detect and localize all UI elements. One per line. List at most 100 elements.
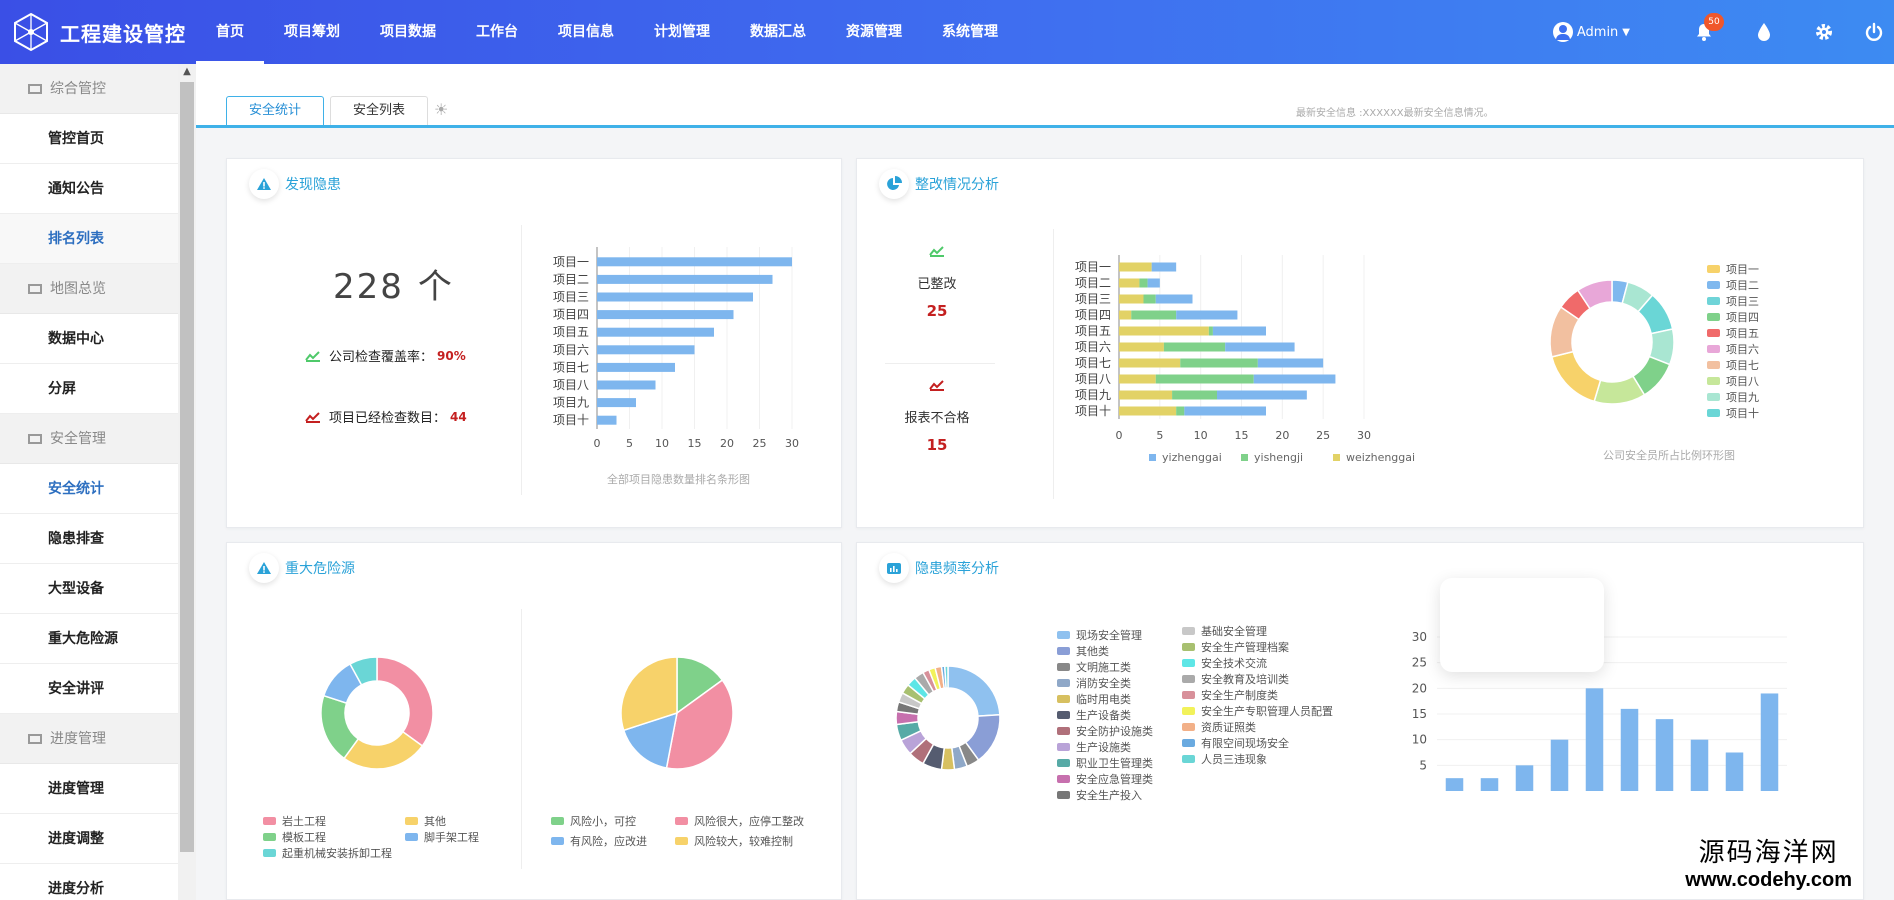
bar-segment[interactable] bbox=[1180, 358, 1258, 368]
bar-segment[interactable] bbox=[1225, 342, 1295, 352]
nav-item-5[interactable]: 计划管理 bbox=[634, 0, 730, 64]
legend-item[interactable]: 项目八 bbox=[1707, 373, 1759, 389]
bar-segment[interactable] bbox=[1172, 390, 1217, 400]
sidebar-group-1[interactable]: 地图总览 bbox=[0, 264, 195, 314]
nav-item-1[interactable]: 项目筹划 bbox=[264, 0, 360, 64]
bar-segment[interactable] bbox=[1131, 310, 1177, 320]
bar[interactable] bbox=[1655, 719, 1674, 791]
bar-segment[interactable] bbox=[1257, 358, 1324, 368]
settings-button[interactable] bbox=[1794, 0, 1854, 64]
legend-item[interactable]: 安全生产管理档案 bbox=[1182, 639, 1289, 655]
bar[interactable] bbox=[1725, 752, 1744, 792]
bar-segment[interactable] bbox=[1212, 326, 1266, 336]
bar-segment[interactable] bbox=[1119, 294, 1144, 304]
legend-item[interactable]: 职业卫生管理类 bbox=[1057, 755, 1153, 771]
legend-item[interactable]: 风险较大，较难控制 bbox=[675, 833, 793, 849]
bar-segment[interactable] bbox=[1119, 406, 1177, 416]
legend-item[interactable]: 其他 bbox=[405, 813, 446, 829]
legend-item[interactable]: 安全生产投入 bbox=[1057, 787, 1142, 803]
bar[interactable] bbox=[597, 362, 675, 372]
bar[interactable] bbox=[1690, 739, 1709, 791]
legend-item[interactable]: 资质证照类 bbox=[1182, 719, 1256, 735]
nav-item-8[interactable]: 系统管理 bbox=[922, 0, 1018, 64]
legend-item[interactable]: yishengji bbox=[1241, 451, 1303, 464]
bar-segment[interactable] bbox=[1147, 278, 1160, 288]
legend-item[interactable]: 项目五 bbox=[1707, 325, 1759, 341]
bar-segment[interactable] bbox=[1119, 342, 1164, 352]
legend-item[interactable]: 临时用电类 bbox=[1057, 691, 1131, 707]
notifications-button[interactable]: 50 bbox=[1674, 0, 1734, 64]
nav-item-4[interactable]: 项目信息 bbox=[538, 0, 634, 64]
legend-item[interactable]: 文明施工类 bbox=[1057, 659, 1131, 675]
bar-segment[interactable] bbox=[1119, 262, 1152, 272]
bar[interactable] bbox=[597, 345, 695, 355]
legend-item[interactable]: 安全应急管理类 bbox=[1057, 771, 1153, 787]
bar[interactable] bbox=[1620, 708, 1639, 791]
bar-segment[interactable] bbox=[1119, 326, 1209, 336]
sidebar-item[interactable]: 隐患排查 bbox=[0, 514, 195, 564]
bar-segment[interactable] bbox=[1253, 374, 1336, 384]
bar[interactable] bbox=[1585, 688, 1604, 791]
legend-item[interactable]: 有限空间现场安全 bbox=[1182, 735, 1289, 751]
sidebar-item[interactable]: 安全统计 bbox=[0, 464, 195, 514]
bar[interactable] bbox=[597, 380, 656, 390]
legend-item[interactable]: 有风险，应改进 bbox=[551, 833, 647, 849]
sidebar-item[interactable]: 进度调整 bbox=[0, 814, 195, 864]
legend-item[interactable]: 风险小，可控 bbox=[551, 813, 636, 829]
sidebar-item[interactable]: 重大危险源 bbox=[0, 614, 195, 664]
legend-item[interactable]: 安全生产制度类 bbox=[1182, 687, 1278, 703]
sidebar-item[interactable]: 安全讲评 bbox=[0, 664, 195, 714]
sidebar-item[interactable]: 管控首页 bbox=[0, 114, 195, 164]
bar[interactable] bbox=[597, 415, 617, 425]
bar[interactable] bbox=[597, 398, 636, 408]
bar-segment[interactable] bbox=[1119, 390, 1173, 400]
scroll-up-icon[interactable]: ▲ bbox=[178, 64, 196, 80]
bar[interactable] bbox=[1760, 693, 1779, 791]
scrollbar-thumb[interactable] bbox=[180, 82, 194, 852]
bar-segment[interactable] bbox=[1119, 278, 1140, 288]
sidebar-group-2[interactable]: 安全管理 bbox=[0, 414, 195, 464]
legend-item[interactable]: yizhenggai bbox=[1149, 451, 1222, 464]
sidebar-item[interactable]: 数据中心 bbox=[0, 314, 195, 364]
bar-segment[interactable] bbox=[1176, 310, 1238, 320]
tab-safety-list[interactable]: 安全列表 bbox=[330, 96, 429, 125]
legend-item[interactable]: 项目六 bbox=[1707, 341, 1759, 357]
legend-item[interactable]: 项目十 bbox=[1707, 405, 1759, 421]
bar[interactable] bbox=[597, 310, 734, 320]
brand[interactable]: 工程建设管控 bbox=[10, 12, 186, 52]
lightbulb-icon[interactable]: ☀ bbox=[434, 100, 448, 119]
bar-segment[interactable] bbox=[1208, 326, 1213, 336]
tab-safety-stats[interactable]: 安全统计 bbox=[226, 96, 325, 125]
legend-item[interactable]: 安全防护设施类 bbox=[1057, 723, 1153, 739]
legend-item[interactable]: 项目四 bbox=[1707, 309, 1759, 325]
legend-item[interactable]: 模板工程 bbox=[263, 829, 326, 845]
nav-item-0[interactable]: 首页 bbox=[196, 0, 264, 64]
legend-item[interactable]: 生产设施类 bbox=[1057, 739, 1131, 755]
legend-item[interactable]: 基础安全管理 bbox=[1182, 623, 1267, 639]
legend-item[interactable]: 安全技术交流 bbox=[1182, 655, 1267, 671]
sidebar-group-0[interactable]: 综合管控 bbox=[0, 64, 195, 114]
logout-button[interactable] bbox=[1854, 0, 1894, 64]
legend-item[interactable]: 其他类 bbox=[1057, 643, 1109, 659]
sidebar-item[interactable]: 进度管理 bbox=[0, 764, 195, 814]
bar-segment[interactable] bbox=[1155, 374, 1254, 384]
legend-item[interactable]: 人员三违现象 bbox=[1182, 751, 1267, 767]
legend-item[interactable]: 起重机械安装拆卸工程 bbox=[263, 845, 392, 861]
nav-item-7[interactable]: 资源管理 bbox=[826, 0, 922, 64]
bar-segment[interactable] bbox=[1151, 262, 1177, 272]
theme-button[interactable] bbox=[1734, 0, 1794, 64]
legend-item[interactable]: 消防安全类 bbox=[1057, 675, 1131, 691]
nav-item-6[interactable]: 数据汇总 bbox=[730, 0, 826, 64]
pie-slice[interactable] bbox=[943, 665, 949, 689]
bar[interactable] bbox=[1515, 765, 1534, 791]
bar-segment[interactable] bbox=[1143, 294, 1156, 304]
user-menu[interactable]: Admin ▼ bbox=[1552, 22, 1630, 42]
sidebar-scrollbar[interactable]: ▲ bbox=[178, 64, 196, 900]
nav-item-2[interactable]: 项目数据 bbox=[360, 0, 456, 64]
pie-slice[interactable] bbox=[1550, 350, 1602, 403]
bar-segment[interactable] bbox=[1176, 406, 1185, 416]
legend-item[interactable]: 项目二 bbox=[1707, 277, 1759, 293]
legend-item[interactable]: 项目一 bbox=[1707, 261, 1759, 277]
bar-segment[interactable] bbox=[1163, 342, 1226, 352]
bar-segment[interactable] bbox=[1119, 358, 1181, 368]
